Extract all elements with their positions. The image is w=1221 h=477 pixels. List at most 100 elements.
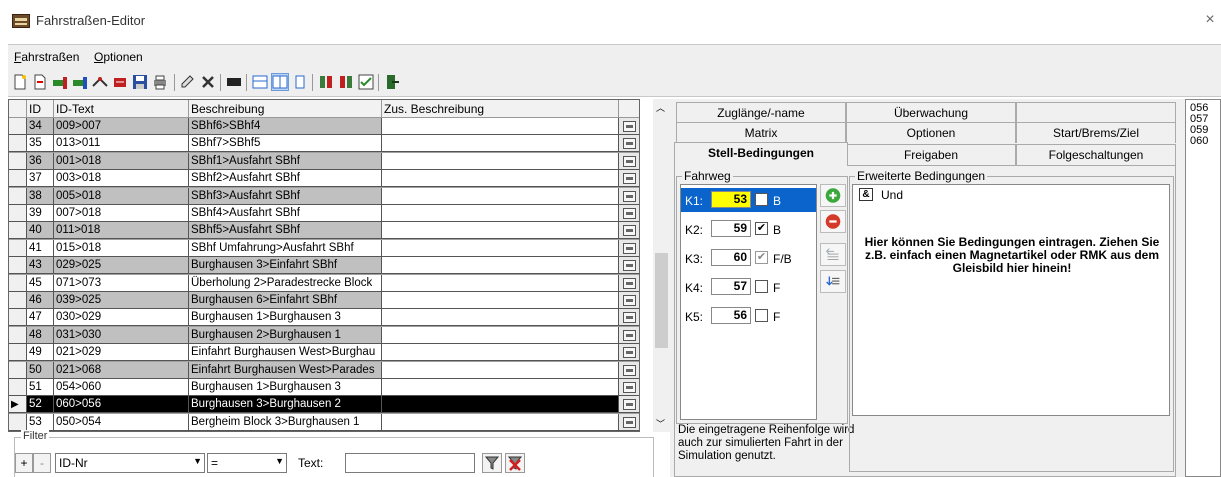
table-row[interactable]: 45 071>073 Überholung 2>Paradestrecke Bloc… — [9, 274, 639, 292]
row-indicator[interactable]: ▶ — [9, 396, 27, 414]
contact-number-input[interactable]: 59 — [711, 220, 751, 237]
cell-zus-beschreibung[interactable] — [382, 379, 619, 396]
table-row[interactable]: 40 011>018 SBhf5>Ausfahrt SBhf — [9, 222, 639, 240]
layout-split-icon[interactable] — [252, 74, 268, 90]
cell-beschreibung[interactable]: SBhf2>Ausfahrt SBhf — [189, 170, 382, 188]
contact-checkbox[interactable]: ✔ — [755, 222, 768, 235]
cell-id-text[interactable]: 011>018 — [54, 222, 189, 240]
cell-id-text[interactable]: 009>007 — [54, 118, 189, 135]
row-indicator[interactable] — [9, 118, 27, 135]
layout-single-icon[interactable] — [292, 74, 308, 90]
table-row[interactable]: 39 007>018 SBhf4>Ausfahrt SBhf — [9, 205, 639, 222]
row-indicator[interactable] — [9, 379, 27, 396]
row-indicator[interactable] — [9, 361, 27, 379]
row-edit-cell[interactable] — [619, 413, 639, 431]
cell-id[interactable]: 40 — [27, 222, 54, 240]
menu-fahrstrassen[interactable]: Fahrstraßen — [14, 50, 79, 64]
cell-beschreibung[interactable]: Bergheim Block 3>Burghausen 1 — [189, 413, 382, 431]
cell-zus-beschreibung[interactable] — [382, 170, 619, 188]
table-row[interactable]: 48 031>030 Burghausen 2>Burghausen 1 — [9, 326, 639, 344]
cell-id-text[interactable]: 031>030 — [54, 326, 189, 344]
filter-remove-button[interactable]: - — [33, 453, 51, 473]
route-edit-icon[interactable] — [623, 242, 636, 254]
contact-list[interactable]: 056 057 059 060 — [1185, 99, 1221, 477]
route-edit-icon[interactable] — [623, 208, 636, 219]
filter-field-select[interactable]: ID-Nr ▼ — [55, 453, 205, 473]
save-icon[interactable] — [132, 74, 148, 90]
tab-empty[interactable] — [1016, 102, 1176, 123]
table-row[interactable]: 37 003>018 SBhf2>Ausfahrt SBhf — [9, 170, 639, 188]
cell-zus-beschreibung[interactable] — [382, 344, 619, 362]
row-indicator[interactable] — [9, 239, 27, 257]
delete-icon[interactable] — [200, 74, 216, 90]
move-up-icon[interactable] — [820, 243, 846, 266]
row-edit-cell[interactable] — [619, 239, 639, 257]
list-item[interactable]: 056 — [1190, 103, 1208, 114]
cell-id-text[interactable]: 013>011 — [54, 135, 189, 153]
remove-contact-icon[interactable] — [820, 210, 846, 233]
row-edit-cell[interactable] — [619, 118, 639, 135]
exit-icon[interactable] — [384, 74, 400, 90]
row-indicator[interactable] — [9, 257, 27, 275]
cell-id[interactable]: 41 — [27, 239, 54, 257]
new-route-icon[interactable] — [12, 74, 28, 90]
cell-id[interactable]: 53 — [27, 413, 54, 431]
cell-zus-beschreibung[interactable] — [382, 257, 619, 275]
cell-beschreibung[interactable]: SBhf4>Ausfahrt SBhf — [189, 205, 382, 222]
cell-id-text[interactable]: 054>060 — [54, 379, 189, 396]
fahrweg-item[interactable]: K1: 53 ✔ B — [681, 188, 816, 212]
contact-checkbox[interactable] — [755, 309, 768, 322]
contact-checkbox[interactable]: ✔ — [755, 193, 768, 206]
row-edit-cell[interactable] — [619, 326, 639, 344]
cell-id-text[interactable]: 050>054 — [54, 413, 189, 431]
row-indicator[interactable] — [9, 187, 27, 205]
row-indicator[interactable] — [9, 135, 27, 153]
cell-beschreibung[interactable]: Burghausen 3>Burghausen 2 — [189, 396, 382, 414]
row-indicator[interactable] — [9, 344, 27, 362]
route-edit-icon[interactable] — [623, 277, 636, 289]
tab-folgeschaltungen[interactable]: Folgeschaltungen — [1016, 144, 1176, 165]
route-edit-icon[interactable] — [623, 225, 636, 237]
cell-zus-beschreibung[interactable] — [382, 205, 619, 222]
cell-beschreibung[interactable]: SBhf Umfahrung>Ausfahrt SBhf — [189, 239, 382, 257]
cell-id[interactable]: 47 — [27, 309, 54, 327]
list-item[interactable]: 060 — [1190, 136, 1208, 147]
route-edit-icon[interactable] — [112, 74, 128, 90]
row-edit-cell[interactable] — [619, 152, 639, 170]
table-row[interactable]: 51 054>060 Burghausen 1>Burghausen 3 — [9, 379, 639, 396]
table-row[interactable]: 47 030>029 Burghausen 1>Burghausen 3 — [9, 309, 639, 327]
route-edit-icon[interactable] — [623, 155, 636, 167]
route-edit-icon[interactable] — [623, 138, 636, 150]
cell-zus-beschreibung[interactable] — [382, 413, 619, 431]
row-edit-cell[interactable] — [619, 135, 639, 153]
table-row[interactable]: 53 050>054 Bergheim Block 3>Burghausen 1 — [9, 413, 639, 431]
cell-id[interactable]: 36 — [27, 152, 54, 170]
row-edit-cell[interactable] — [619, 222, 639, 240]
cell-id[interactable]: 39 — [27, 205, 54, 222]
tab-optionen[interactable]: Optionen — [846, 122, 1016, 143]
cell-beschreibung[interactable]: Einfahrt Burghausen West>Burghau — [189, 344, 382, 362]
cell-beschreibung[interactable]: SBhf5>Ausfahrt SBhf — [189, 222, 382, 240]
cell-id[interactable]: 34 — [27, 118, 54, 135]
row-edit-cell[interactable] — [619, 292, 639, 309]
tab-freigaben[interactable]: Freigaben — [846, 144, 1016, 165]
route-switch-icon[interactable] — [92, 74, 108, 90]
cell-id[interactable]: 38 — [27, 187, 54, 205]
rename-icon[interactable] — [180, 74, 196, 90]
row-indicator[interactable] — [9, 309, 27, 327]
column-header-id-text[interactable]: ID-Text — [54, 100, 189, 118]
menu-optionen[interactable]: Optionen — [94, 50, 143, 64]
contact-number-input[interactable]: 57 — [711, 278, 751, 295]
table-row[interactable]: 49 021>029 Einfahrt Burghausen West>Burgha… — [9, 344, 639, 362]
table-row[interactable]: 43 029>025 Burghausen 3>Einfahrt SBhf — [9, 257, 639, 275]
route-edit-icon[interactable] — [623, 190, 636, 202]
cell-id-text[interactable]: 007>018 — [54, 205, 189, 222]
cell-id[interactable]: 51 — [27, 379, 54, 396]
route-edit-icon[interactable] — [623, 312, 636, 324]
filter-apply-icon[interactable] — [482, 453, 502, 473]
fahrweg-item[interactable]: K4: 57 F — [681, 275, 816, 299]
cell-zus-beschreibung[interactable] — [382, 292, 619, 309]
cell-id-text[interactable]: 039>025 — [54, 292, 189, 309]
filter-clear-icon[interactable] — [505, 453, 525, 473]
cell-id[interactable]: 48 — [27, 326, 54, 344]
